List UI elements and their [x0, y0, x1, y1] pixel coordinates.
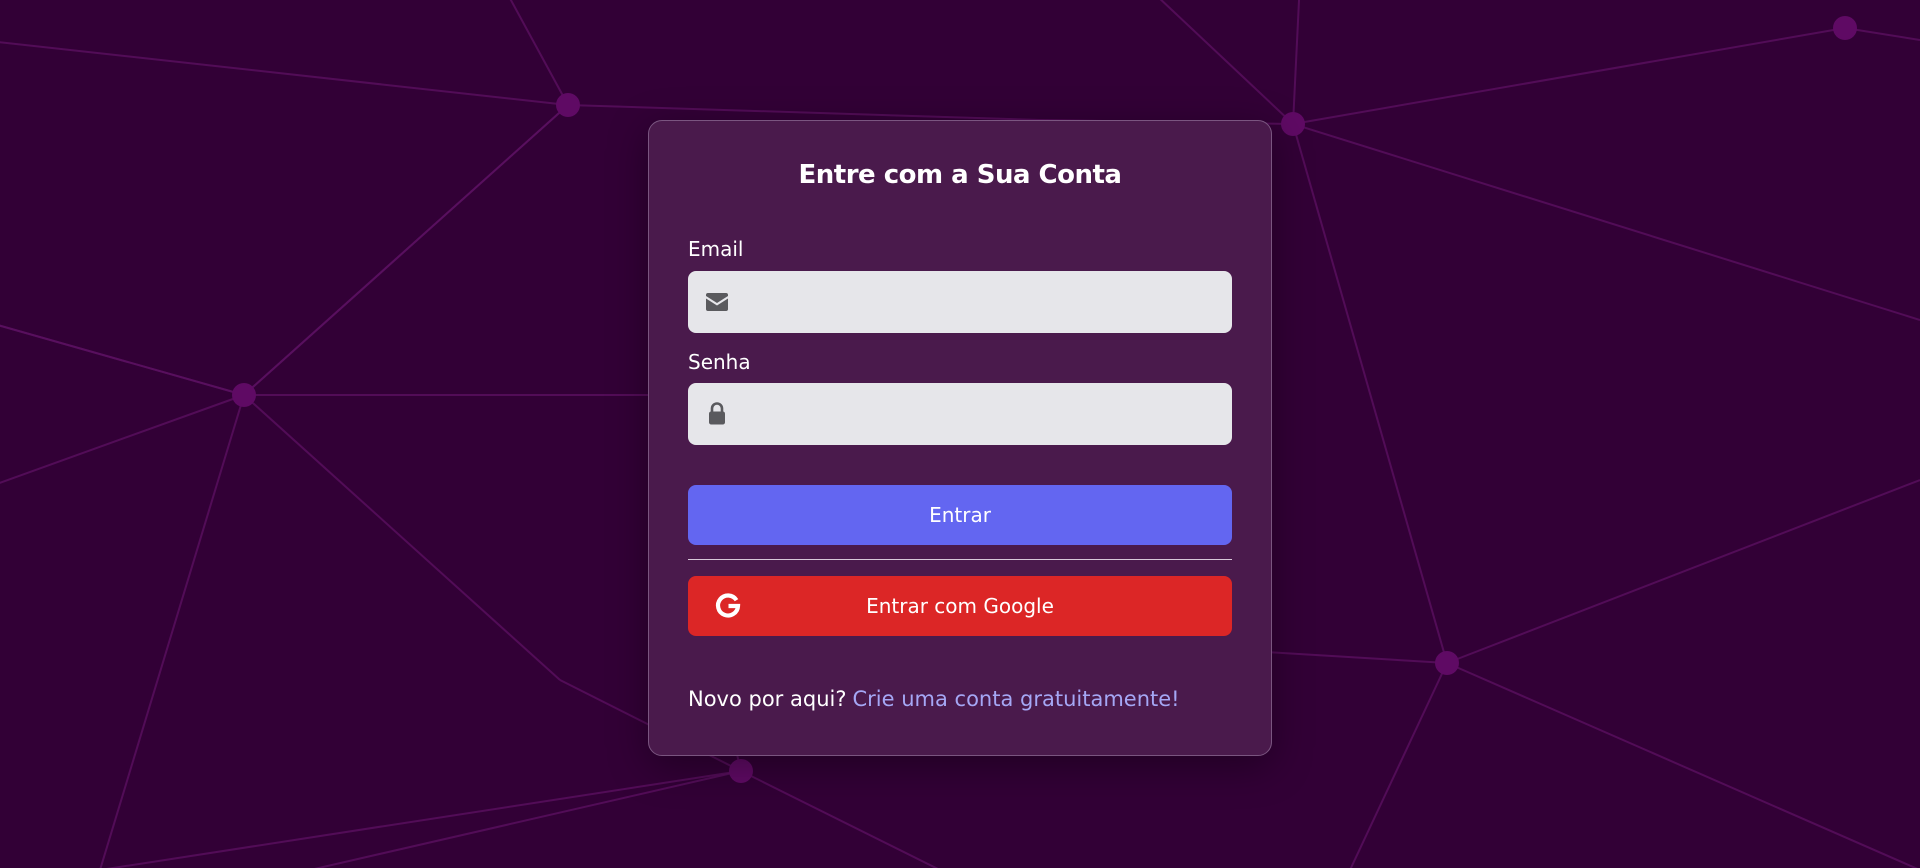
signup-prompt-text: Novo por aqui? [688, 687, 847, 711]
password-input[interactable] [744, 383, 1220, 447]
network-line [1159, 0, 1294, 125]
network-node [556, 93, 580, 117]
network-node [1281, 112, 1305, 136]
network-node [232, 383, 256, 407]
email-label: Email [688, 237, 744, 261]
password-field-container [688, 383, 1232, 447]
network-line [1292, 123, 1448, 664]
network-line [567, 104, 1041, 121]
network-line [1292, 0, 1301, 125]
network-line [0, 394, 245, 484]
google-login-label: Entrar com Google [866, 594, 1054, 618]
network-node [729, 759, 753, 783]
email-field-container [688, 271, 1232, 335]
network-line [1446, 479, 1920, 664]
divider [688, 559, 1232, 560]
network-line [740, 770, 939, 868]
network-node [1833, 16, 1857, 40]
network-line [0, 41, 569, 106]
login-button-label: Entrar [929, 503, 991, 527]
network-line [106, 770, 742, 868]
signup-link[interactable]: Crie uma conta gratuitamente! [852, 687, 1179, 711]
signup-prompt: Novo por aqui? Crie uma conta gratuitamen… [688, 687, 1180, 711]
network-line [0, 324, 245, 396]
network-line [99, 394, 245, 868]
network-line [243, 394, 561, 681]
network-line [1349, 662, 1448, 868]
network-line [314, 770, 742, 868]
envelope-icon [706, 293, 728, 311]
email-input[interactable] [744, 271, 1220, 335]
login-title: Entre com a Sua Conta [798, 160, 1122, 190]
google-login-button[interactable]: Entrar com Google [688, 576, 1232, 636]
network-line [1292, 27, 1846, 125]
network-node [1435, 651, 1459, 675]
network-line [1446, 662, 1918, 868]
password-label: Senha [688, 350, 751, 374]
lock-icon [709, 402, 725, 425]
network-line [509, 0, 569, 106]
login-button[interactable]: Entrar [688, 485, 1232, 545]
network-line [1292, 123, 1920, 321]
google-icon [715, 593, 741, 618]
network-line [243, 104, 569, 396]
